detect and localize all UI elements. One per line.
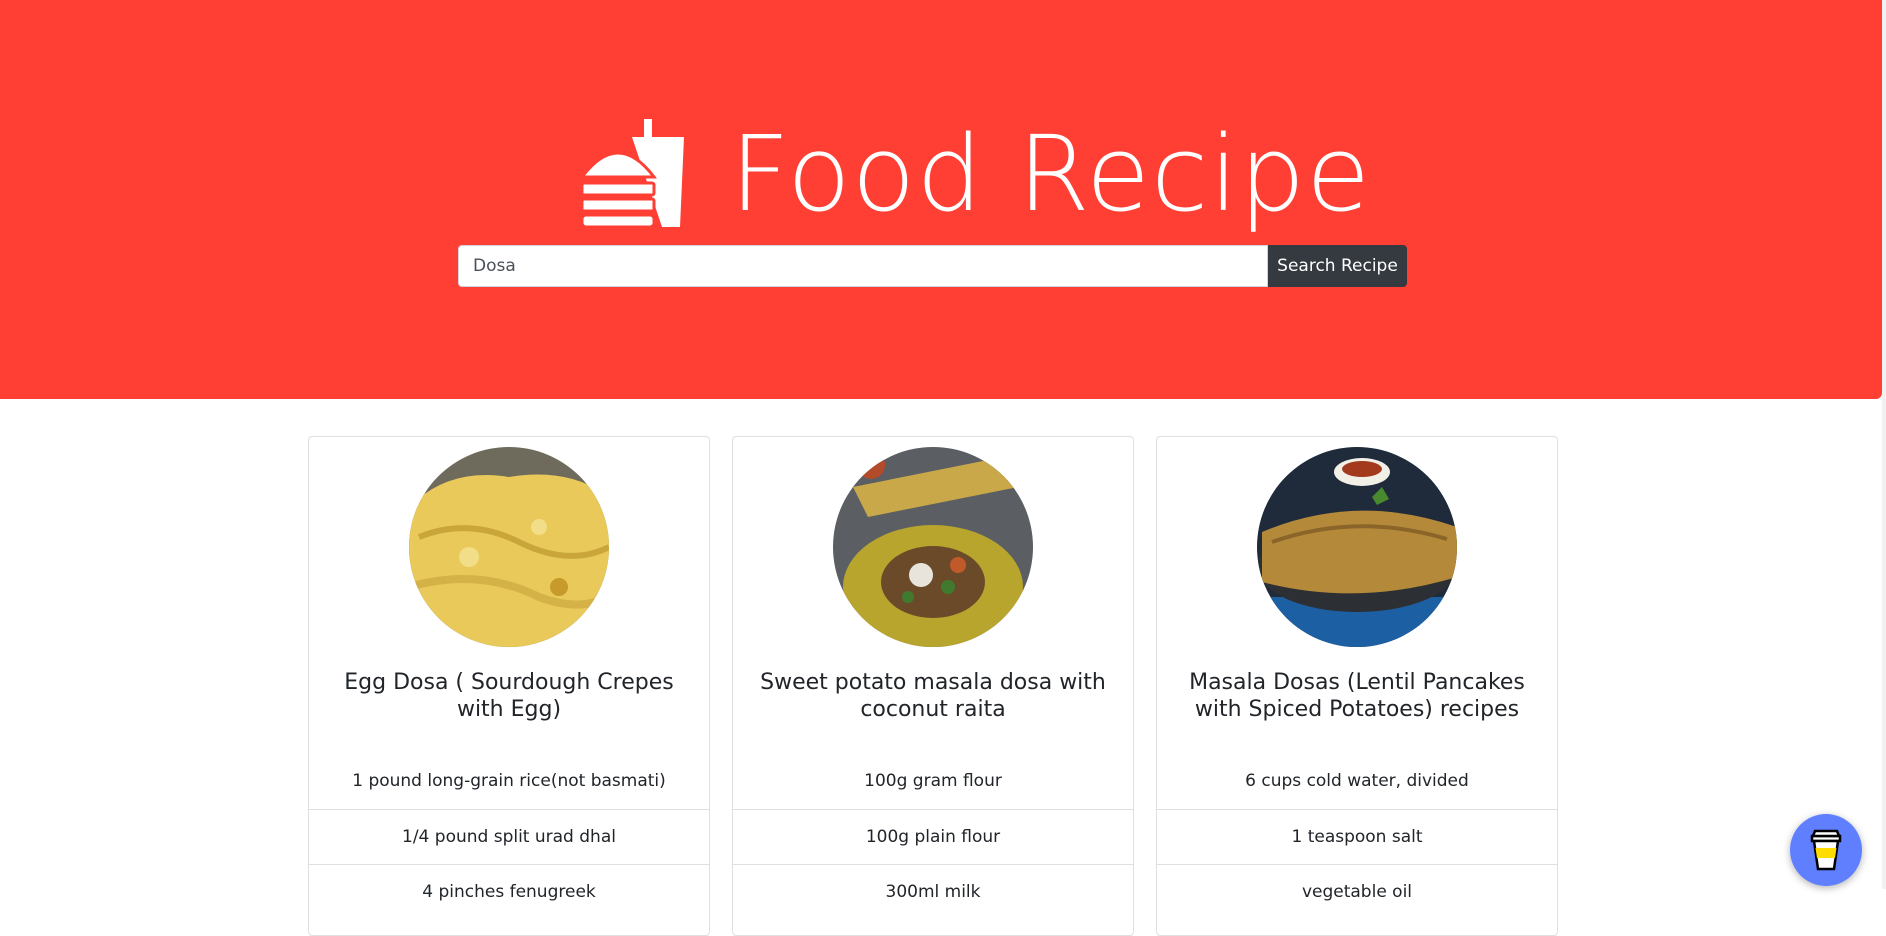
ingredient-item: 1 teaspoon salt (1157, 809, 1557, 863)
ingredient-item: 100g gram flour (864, 771, 1002, 791)
search-input[interactable] (458, 245, 1268, 287)
buy-me-coffee-button[interactable] (1790, 814, 1862, 886)
ingredient-item: vegetable oil (1157, 864, 1557, 918)
coffee-cup-icon (1810, 829, 1842, 871)
ingredient-item: 300ml milk (733, 864, 1133, 918)
recipe-card[interactable]: Masala Dosas (Lentil Pancakes with Spice… (1156, 436, 1558, 936)
recipe-image (409, 447, 609, 647)
ingredient-item: 4 pinches fenugreek (309, 864, 709, 918)
page-title: Food Recipe (730, 113, 1372, 235)
ingredient-item: 1/4 pound split urad dhal (309, 809, 709, 863)
recipe-card[interactable]: Egg Dosa ( Sourdough Crepes with Egg) 1 … (308, 436, 710, 936)
hero-banner: Food Recipe Search Recipe (0, 0, 1882, 399)
brand: Food Recipe (582, 104, 1371, 244)
recipe-card[interactable]: Sweet potato masala dosa with coconut ra… (732, 436, 1134, 936)
search-button[interactable]: Search Recipe (1268, 245, 1407, 287)
burger-drink-icon (582, 119, 684, 229)
recipe-image (1257, 447, 1457, 647)
recipe-title[interactable]: Egg Dosa ( Sourdough Crepes with Egg) (329, 669, 689, 723)
recipe-title[interactable]: Sweet potato masala dosa with coconut ra… (753, 669, 1113, 723)
ingredient-item: 1 pound long-grain rice(not basmati) (352, 771, 666, 791)
ingredient-item: 6 cups cold water, divided (1245, 771, 1469, 791)
recipe-title[interactable]: Masala Dosas (Lentil Pancakes with Spice… (1177, 669, 1537, 723)
scrollbar[interactable] (1882, 0, 1886, 889)
search-bar: Search Recipe (458, 245, 1407, 287)
recipe-image (833, 447, 1033, 647)
ingredient-item: 100g plain flour (733, 809, 1133, 863)
